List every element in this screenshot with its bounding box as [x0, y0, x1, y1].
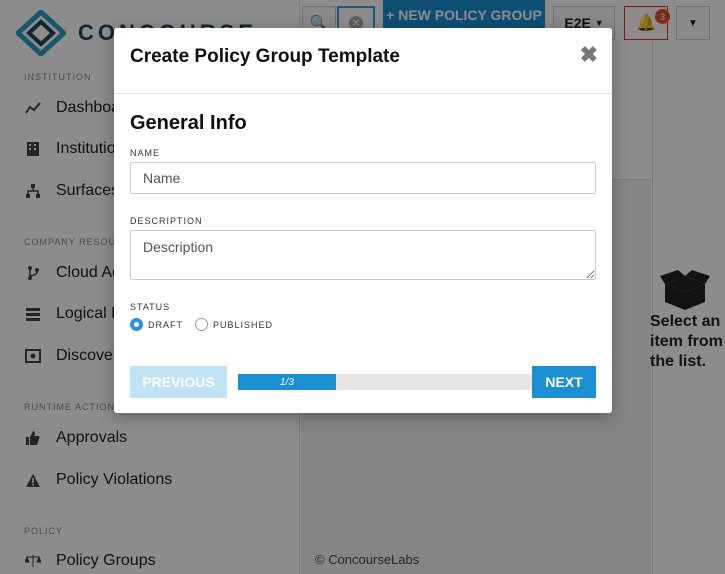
wizard-progress-bar: 1/3 [238, 374, 532, 390]
close-icon[interactable]: ✖ [580, 42, 598, 68]
modal-footer: PREVIOUS 1/3 NEXT [130, 366, 596, 398]
progress-fill: 1/3 [238, 374, 336, 390]
next-button[interactable]: NEXT [532, 366, 596, 398]
name-input[interactable] [130, 162, 596, 194]
modal-header: Create Policy Group Template ✖ [114, 28, 612, 94]
section-title: General Info [130, 112, 247, 134]
create-policy-group-template-modal: Create Policy Group Template ✖ General I… [114, 28, 612, 413]
status-draft-radio[interactable] [130, 318, 143, 331]
status-published-label[interactable]: PUBLISHED [213, 320, 273, 330]
description-label: DESCRIPTION [130, 216, 203, 226]
description-textarea[interactable] [130, 230, 596, 280]
status-label: STATUS [130, 302, 171, 312]
previous-button[interactable]: PREVIOUS [130, 366, 227, 398]
status-published-radio[interactable] [195, 318, 208, 331]
name-label: NAME [130, 148, 161, 158]
status-draft-label[interactable]: DRAFT [148, 320, 183, 330]
status-radio-group: DRAFT PUBLISHED [130, 318, 285, 331]
modal-title: Create Policy Group Template [130, 46, 400, 67]
